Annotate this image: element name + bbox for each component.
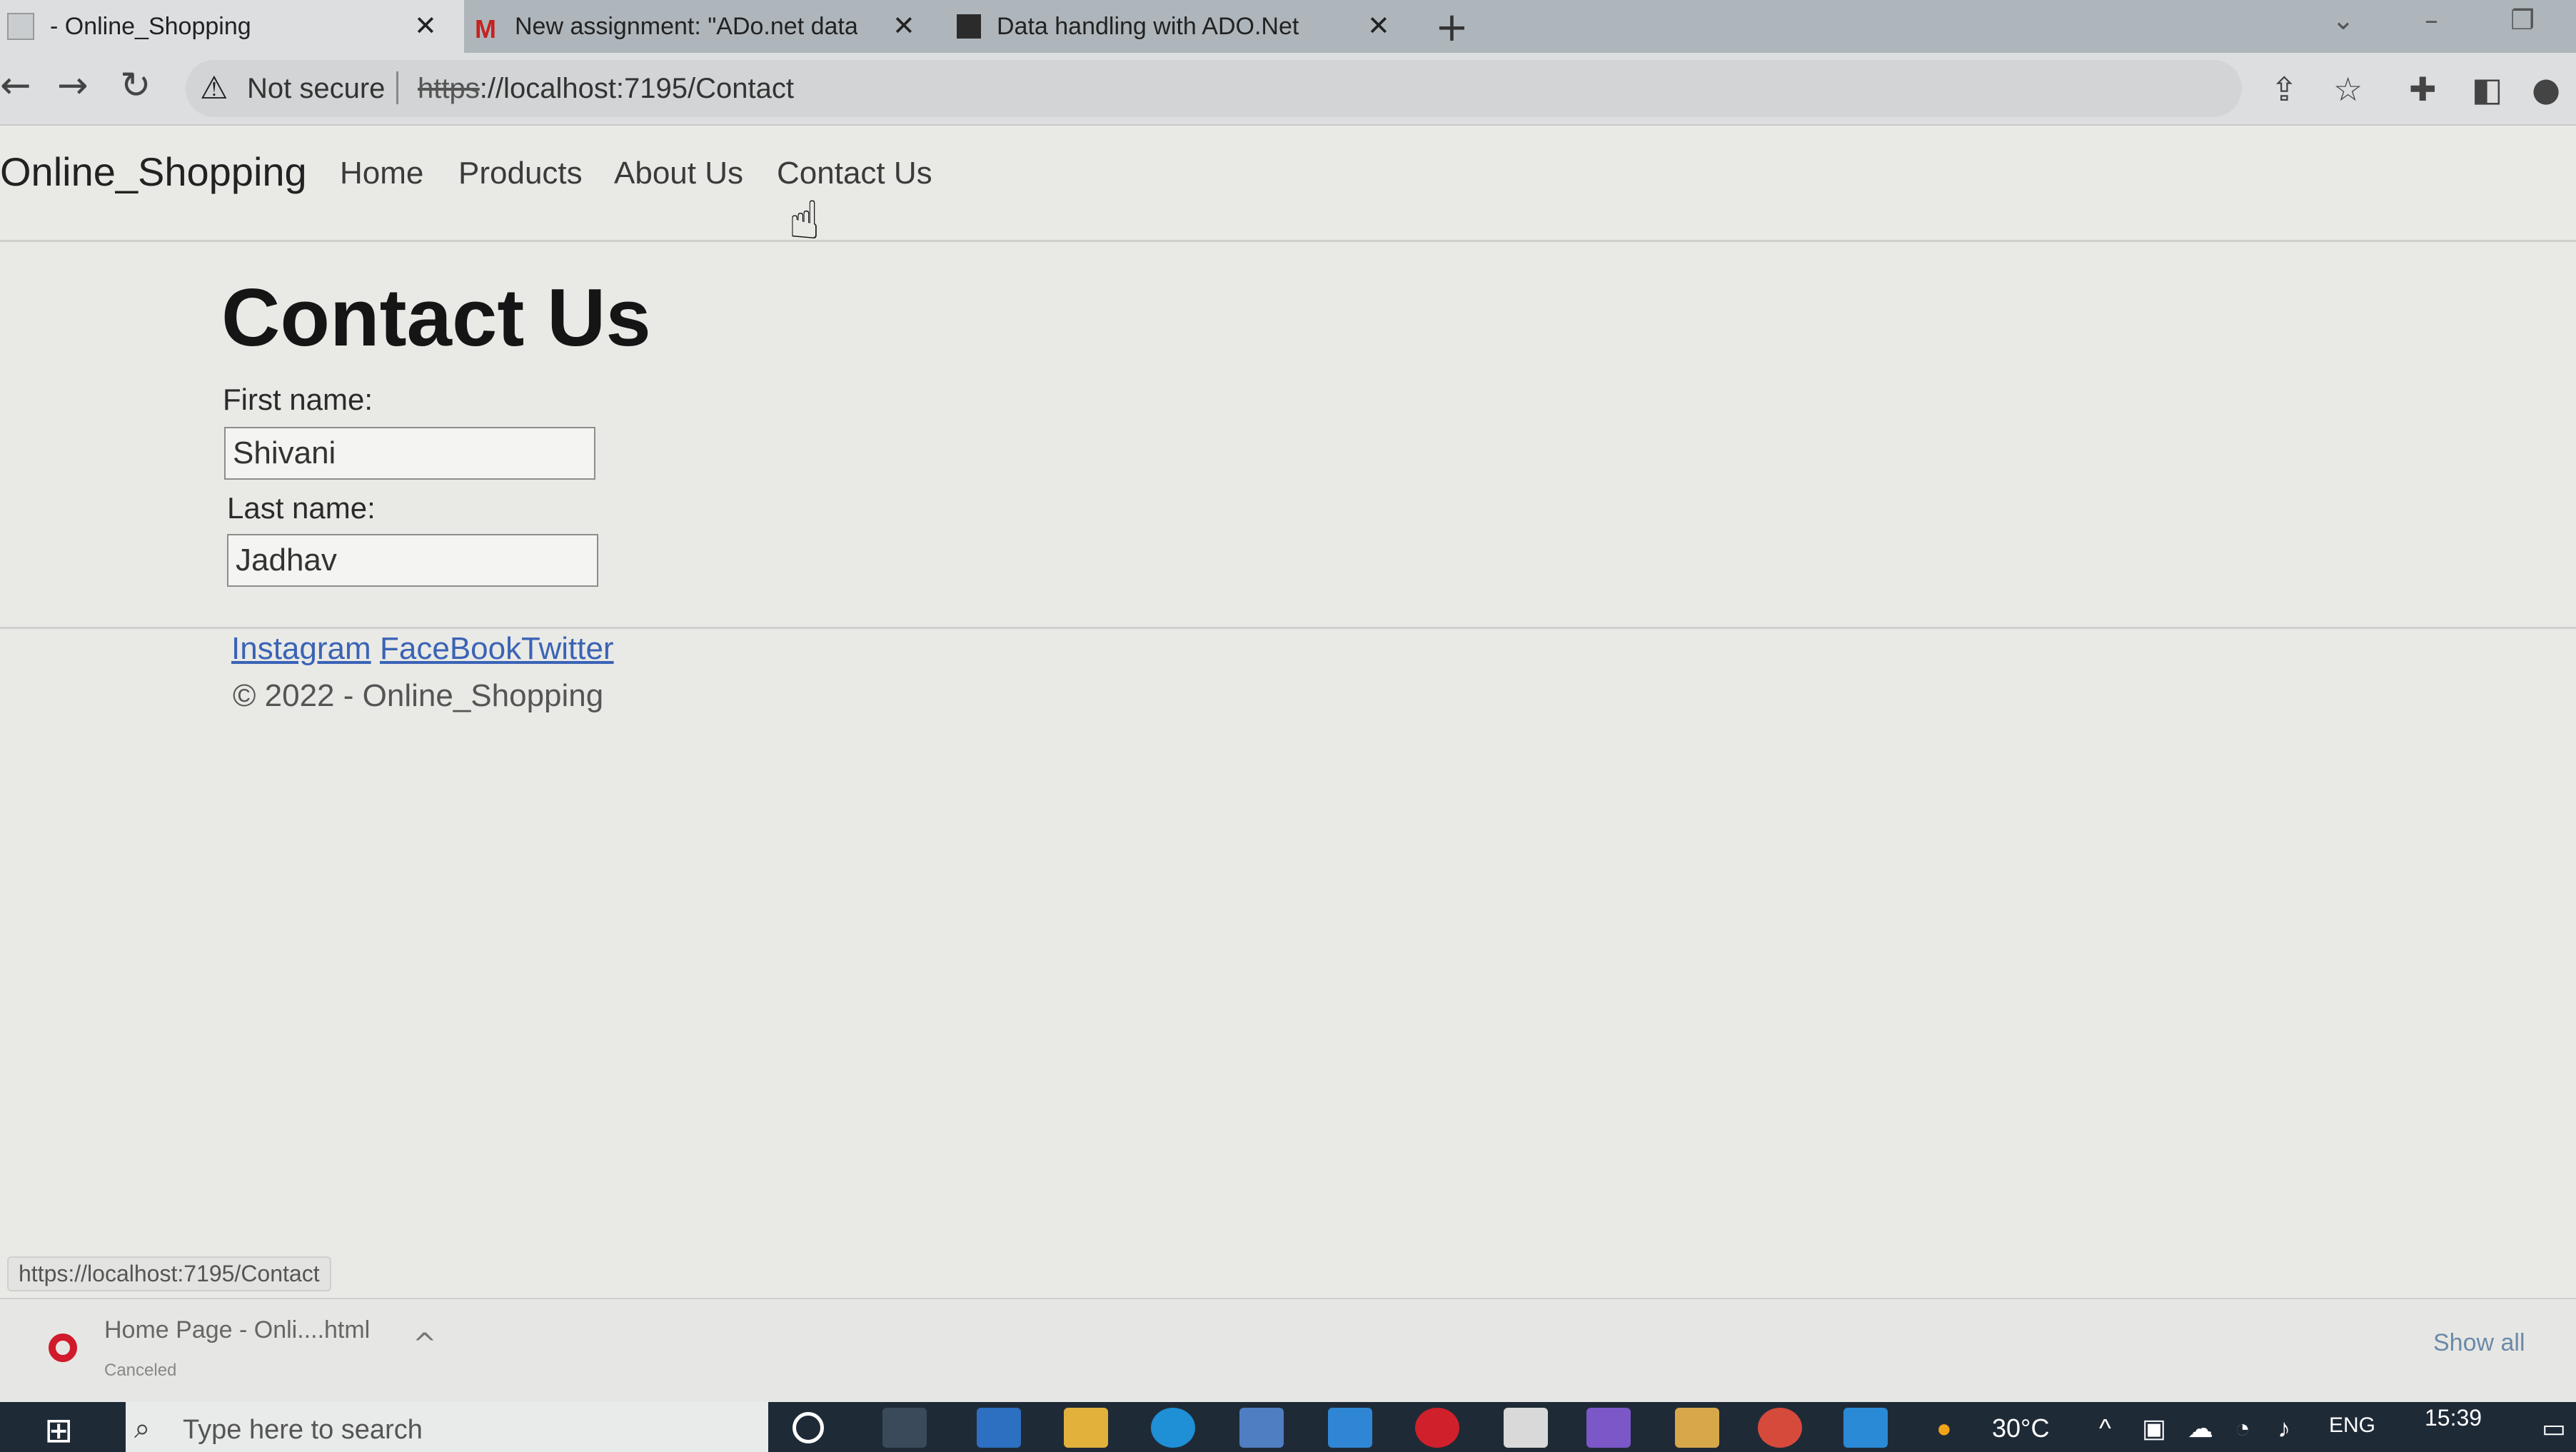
doc-icon: [957, 14, 981, 39]
tab-title: Data handling with ADO.Net: [997, 12, 1299, 40]
file-explorer-icon[interactable]: [1064, 1408, 1108, 1448]
last-name-field[interactable]: [227, 534, 598, 587]
download-status: Canceled: [104, 1361, 177, 1380]
warning-icon[interactable]: ⚠: [200, 70, 228, 106]
url-path: ://localhost:7195/Contact: [479, 73, 794, 104]
language-indicator[interactable]: ENG: [2329, 1413, 2375, 1438]
nav-products[interactable]: Products: [458, 156, 583, 191]
first-name-label: First name:: [223, 383, 373, 416]
windows-start-icon[interactable]: ⊞: [44, 1411, 73, 1451]
browser-tab-strip: - Online_Shopping ✕ M New assignment: "A…: [0, 0, 2576, 53]
close-tab-icon[interactable]: ✕: [892, 10, 915, 42]
notifications-icon[interactable]: ▭: [2542, 1413, 2566, 1443]
app-icon[interactable]: [977, 1408, 1021, 1448]
status-bubble-url: https://localhost:7195/Contact: [7, 1256, 331, 1291]
back-icon[interactable]: ←: [0, 64, 31, 107]
site-navbar: Online_Shopping Home Products About Us C…: [0, 126, 2576, 242]
search-placeholder: Type here to search: [183, 1415, 423, 1445]
tray-chevron-icon[interactable]: ^: [2099, 1413, 2111, 1443]
forward-icon[interactable]: →: [57, 64, 89, 107]
edge-icon[interactable]: [1151, 1408, 1195, 1448]
chevron-up-icon[interactable]: ^: [413, 1328, 437, 1361]
nav-contact-us[interactable]: Contact Us: [777, 156, 932, 191]
notepad-icon[interactable]: [1504, 1408, 1548, 1448]
divider: [396, 71, 398, 104]
wifi-icon[interactable]: ◔: [2235, 1413, 2250, 1443]
site-brand[interactable]: Online_Shopping: [0, 148, 307, 195]
instagram-link[interactable]: Instagram: [231, 631, 371, 667]
show-all-button[interactable]: Show all: [2433, 1329, 2525, 1357]
vscode-icon[interactable]: [1843, 1408, 1888, 1448]
onedrive-icon[interactable]: ☁: [2188, 1413, 2213, 1443]
share-icon[interactable]: ⇪: [2270, 70, 2298, 109]
cortana-icon[interactable]: [793, 1412, 824, 1443]
close-tab-icon[interactable]: ✕: [414, 10, 437, 42]
clock-time[interactable]: 15:39: [2425, 1405, 2482, 1431]
twitter-link[interactable]: Twitter: [521, 631, 614, 667]
url-text[interactable]: https://localhost:7195/Contact: [418, 73, 794, 105]
page-title: Contact Us: [221, 273, 651, 363]
page-icon: [7, 13, 34, 40]
tab-new-assignment[interactable]: M New assignment: "ADo.net data ✕: [475, 0, 932, 53]
gmail-icon: M: [475, 14, 496, 44]
close-tab-icon[interactable]: ✕: [1367, 10, 1390, 42]
meet-icon[interactable]: ▣: [2142, 1413, 2166, 1443]
copyright-text: © 2022 - Online_Shopping: [233, 678, 604, 713]
search-icon: ⌕: [134, 1412, 151, 1445]
new-tab-button[interactable]: +: [1435, 4, 1469, 51]
last-name-label: Last name:: [227, 491, 376, 525]
folder-icon[interactable]: [1675, 1408, 1719, 1448]
mail-icon[interactable]: [1328, 1408, 1372, 1448]
tab-search-icon[interactable]: ⌄: [2332, 4, 2355, 36]
opera-file-icon: [49, 1333, 77, 1362]
taskbar-search-box[interactable]: ⌕ Type here to search: [126, 1402, 768, 1452]
url-scheme: https: [418, 73, 480, 104]
footer-divider: [0, 627, 2576, 629]
first-name-field[interactable]: [224, 427, 595, 480]
tab-title: New assignment: "ADo.net data: [515, 12, 857, 40]
downloads-bar: Home Page - Onli....html Canceled ^ Show…: [0, 1298, 2576, 1403]
restore-icon[interactable]: ❐: [2510, 4, 2535, 36]
hand-cursor-icon: ☝: [788, 190, 821, 251]
store-icon[interactable]: [1239, 1408, 1284, 1448]
volume-icon[interactable]: ♪: [2278, 1413, 2290, 1443]
facebook-link[interactable]: FaceBook: [380, 631, 521, 667]
chrome-icon[interactable]: [1758, 1408, 1802, 1448]
opera-icon[interactable]: [1415, 1408, 1459, 1448]
extensions-icon[interactable]: ✚: [2409, 70, 2437, 109]
address-bar[interactable]: ⚠ Not secure https://localhost:7195/Cont…: [186, 60, 2242, 117]
profile-avatar-icon[interactable]: ●: [2532, 70, 2560, 109]
nav-about-us[interactable]: About Us: [614, 156, 743, 191]
security-label[interactable]: Not secure: [247, 73, 385, 105]
minimize-icon[interactable]: –: [2425, 4, 2438, 36]
task-view-icon[interactable]: [882, 1408, 927, 1448]
tab-title: - Online_Shopping: [50, 12, 251, 40]
taskbar: ⊞ ⌕ Type here to search ● 30°C ^ ▣ ☁ ◔ ♪…: [0, 1402, 2576, 1452]
visual-studio-icon[interactable]: [1586, 1408, 1631, 1448]
download-item-name[interactable]: Home Page - Onli....html: [104, 1316, 370, 1344]
browser-toolbar: ← → ↻ ⚠ Not secure https://localhost:719…: [0, 53, 2576, 126]
nav-home[interactable]: Home: [340, 156, 423, 191]
side-panel-icon[interactable]: ◧: [2472, 70, 2502, 109]
reload-icon[interactable]: ↻: [120, 64, 151, 107]
weather-icon[interactable]: ●: [1936, 1413, 1952, 1443]
tab-online-shopping[interactable]: - Online_Shopping ✕: [0, 0, 464, 53]
temperature-text[interactable]: 30°C: [1992, 1413, 2049, 1443]
tab-data-handling[interactable]: Data handling with ADO.Net ✕: [957, 0, 1399, 53]
bookmark-star-icon[interactable]: ☆: [2333, 70, 2363, 109]
